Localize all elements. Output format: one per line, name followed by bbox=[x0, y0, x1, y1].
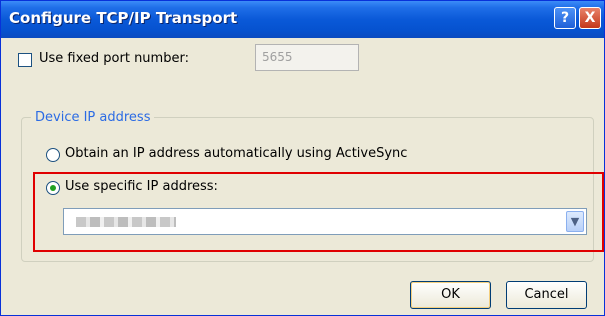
chevron-down-icon: ▼ bbox=[570, 215, 580, 228]
cancel-button[interactable]: Cancel bbox=[506, 281, 587, 309]
dialog-title: Configure TCP/IP Transport bbox=[9, 9, 238, 27]
auto-ip-radio[interactable] bbox=[46, 148, 60, 162]
port-number-field[interactable]: 5655 bbox=[255, 44, 359, 71]
title-bar[interactable]: Configure TCP/IP Transport ? X bbox=[1, 1, 604, 38]
fixed-port-checkbox[interactable] bbox=[18, 53, 32, 67]
combo-dropdown-button[interactable]: ▼ bbox=[566, 211, 584, 232]
ok-button[interactable]: OK bbox=[410, 281, 491, 309]
specific-ip-label: Use specific IP address: bbox=[65, 179, 218, 194]
close-icon: X bbox=[584, 10, 596, 26]
close-button[interactable]: X bbox=[579, 7, 601, 29]
help-icon: ? bbox=[560, 10, 570, 26]
ip-address-combobox[interactable]: ▼ bbox=[63, 208, 587, 235]
fixed-port-label: Use fixed port number: bbox=[39, 51, 189, 66]
radio-selected-dot bbox=[50, 185, 56, 191]
auto-ip-label: Obtain an IP address automatically using… bbox=[65, 146, 408, 161]
ip-address-value-obscured bbox=[76, 217, 176, 227]
specific-ip-radio[interactable] bbox=[46, 181, 60, 195]
device-ip-group-title: Device IP address bbox=[31, 110, 155, 125]
tcpip-dialog: Configure TCP/IP Transport ? X Use fixed… bbox=[0, 0, 605, 316]
help-button[interactable]: ? bbox=[554, 7, 576, 29]
